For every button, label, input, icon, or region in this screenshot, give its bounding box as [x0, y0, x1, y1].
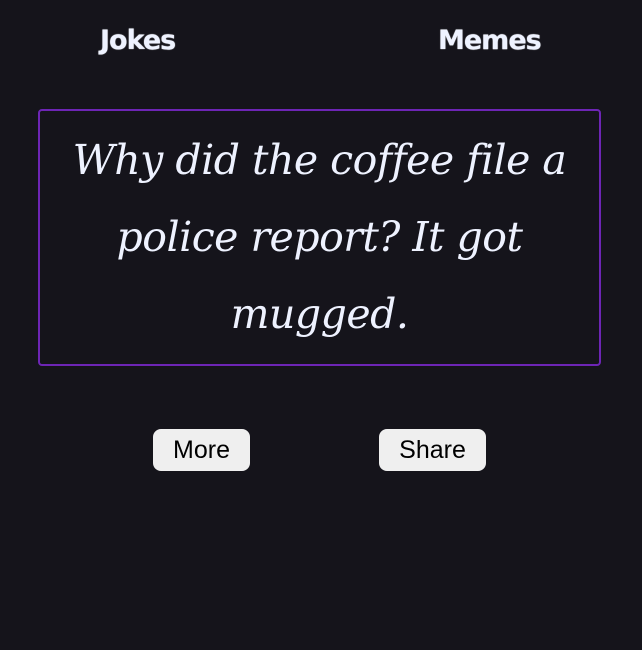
joke-card: Why did the coffee file a police report?…: [38, 109, 601, 366]
nav-memes-link[interactable]: Memes: [438, 22, 548, 60]
top-nav: Jokes Memes: [0, 0, 642, 84]
nav-jokes-link[interactable]: Jokes: [100, 22, 190, 60]
more-button[interactable]: More: [153, 429, 250, 471]
share-button[interactable]: Share: [379, 429, 486, 471]
joke-text: Why did the coffee file a police report?…: [72, 136, 567, 338]
